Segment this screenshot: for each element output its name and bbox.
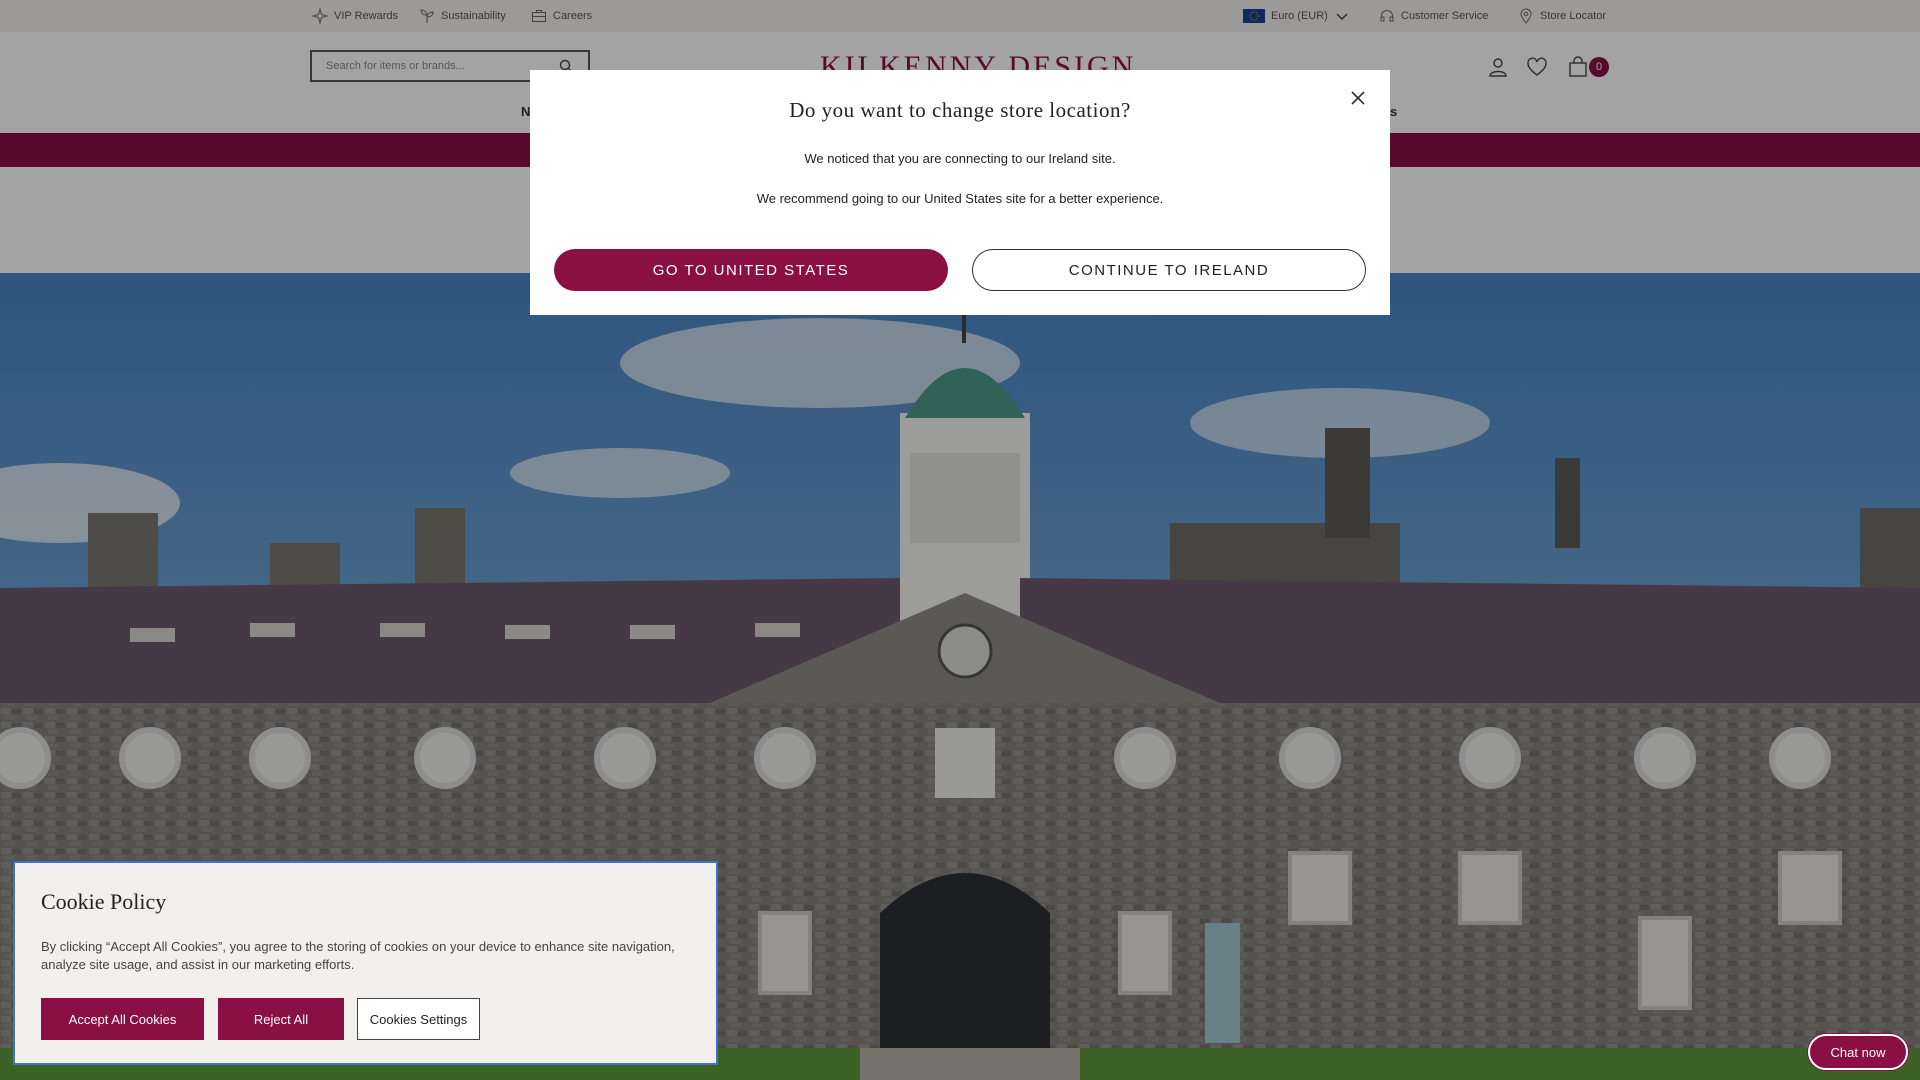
chat-now-button[interactable]: Chat now bbox=[1808, 1034, 1908, 1070]
cookie-title: Cookie Policy bbox=[41, 889, 167, 914]
modal-message-2: We recommend going to our United States … bbox=[756, 191, 1164, 206]
modal-title: Do you want to change store location? bbox=[789, 98, 1131, 122]
modal-message-1: We noticed that you are connecting to ou… bbox=[804, 151, 1116, 166]
continue-to-ireland-button[interactable]: CONTINUE TO IRELAND bbox=[972, 249, 1366, 291]
cookie-policy-banner: Cookie Policy By clicking “Accept All Co… bbox=[13, 861, 718, 1065]
accept-all-cookies-button[interactable]: Accept All Cookies bbox=[41, 998, 204, 1040]
reject-all-button[interactable]: Reject All bbox=[218, 998, 344, 1040]
cookies-settings-button[interactable]: Cookies Settings bbox=[357, 998, 480, 1040]
go-to-united-states-button[interactable]: GO TO UNITED STATES bbox=[554, 249, 948, 291]
cookie-text: By clicking “Accept All Cookies”, you ag… bbox=[41, 939, 675, 972]
store-location-modal: Do you want to change store location? We… bbox=[530, 70, 1390, 315]
